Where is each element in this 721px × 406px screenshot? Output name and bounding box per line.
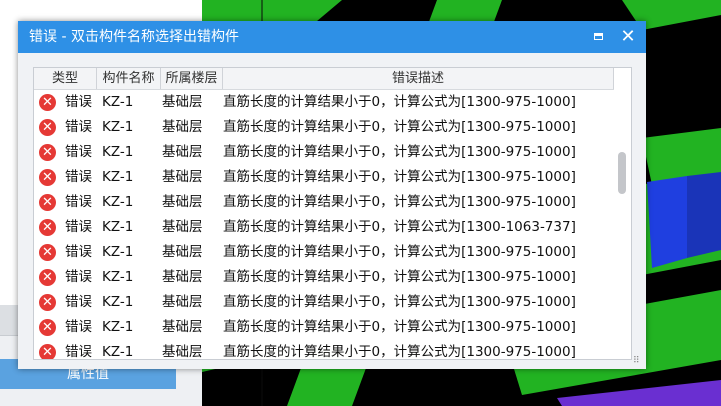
close-icon: ✕ [620, 26, 636, 47]
error-icon: ✕ [39, 269, 56, 286]
row-type: 错误 [65, 244, 92, 260]
row-component-name[interactable]: KZ-1 [102, 240, 133, 265]
row-floor: 基础层 [162, 344, 203, 360]
row-component-name[interactable]: KZ-1 [102, 140, 133, 165]
row-description: 直筋长度的计算结果小于0，计算公式为[1300-1063-737] [223, 219, 576, 235]
list-item[interactable]: ✕ 错误 KZ-1 基础层 直筋长度的计算结果小于0，计算公式为[1300-97… [34, 115, 614, 140]
column-header-name[interactable]: 构件名称 [97, 68, 161, 89]
blue-column [647, 176, 687, 268]
error-icon: ✕ [39, 344, 56, 359]
row-type: 错误 [65, 144, 92, 160]
error-icon: ✕ [39, 219, 56, 236]
error-icon: ✕ [39, 119, 56, 136]
row-type: 错误 [65, 294, 92, 310]
list-header: 类型 构件名称 所属楼层 错误描述 [34, 68, 614, 90]
error-icon: ✕ [39, 294, 56, 311]
row-component-name[interactable]: KZ-1 [102, 165, 133, 190]
row-floor: 基础层 [162, 194, 203, 210]
blue-column [687, 172, 721, 258]
vertical-scrollbar[interactable] [614, 68, 631, 359]
error-icon: ✕ [39, 244, 56, 261]
dialog-titlebar[interactable]: 错误 - 双击构件名称选择出错构件 ✕ [18, 21, 646, 53]
list-item[interactable]: ✕ 错误 KZ-1 基础层 直筋长度的计算结果小于0，计算公式为[1300-97… [34, 90, 614, 115]
error-icon: ✕ [39, 319, 56, 336]
row-description: 直筋长度的计算结果小于0，计算公式为[1300-975-1000] [223, 294, 576, 310]
row-floor: 基础层 [162, 269, 203, 285]
row-description: 直筋长度的计算结果小于0，计算公式为[1300-975-1000] [223, 169, 576, 185]
scrollbar-thumb[interactable] [618, 152, 626, 194]
row-type: 错误 [65, 169, 92, 185]
row-floor: 基础层 [162, 144, 203, 160]
close-button[interactable]: ✕ [614, 21, 642, 53]
row-component-name[interactable]: KZ-1 [102, 90, 133, 115]
row-component-name[interactable]: KZ-1 [102, 265, 133, 290]
list-item[interactable]: ✕ 错误 KZ-1 基础层 直筋长度的计算结果小于0，计算公式为[1300-97… [34, 140, 614, 165]
list-item[interactable]: ✕ 错误 KZ-1 基础层 直筋长度的计算结果小于0，计算公式为[1300-97… [34, 290, 614, 315]
row-description: 直筋长度的计算结果小于0，计算公式为[1300-975-1000] [223, 269, 576, 285]
row-floor: 基础层 [162, 294, 203, 310]
error-rows: ✕ 错误 KZ-1 基础层 直筋长度的计算结果小于0，计算公式为[1300-97… [34, 90, 614, 360]
error-dialog: 错误 - 双击构件名称选择出错构件 ✕ 类型 构件名称 所属楼层 错误描述 ✕ … [18, 21, 646, 369]
row-component-name[interactable]: KZ-1 [102, 215, 133, 240]
list-item[interactable]: ✕ 错误 KZ-1 基础层 直筋长度的计算结果小于0，计算公式为[1300-97… [34, 340, 614, 360]
row-description: 直筋长度的计算结果小于0，计算公式为[1300-975-1000] [223, 194, 576, 210]
error-list[interactable]: 类型 构件名称 所属楼层 错误描述 ✕ 错误 KZ-1 基础层 直筋长度的计算结… [33, 67, 632, 360]
column-header-description[interactable]: 错误描述 [223, 68, 614, 89]
row-type: 错误 [65, 344, 92, 360]
list-item[interactable]: ✕ 错误 KZ-1 基础层 直筋长度的计算结果小于0，计算公式为[1300-97… [34, 315, 614, 340]
list-item[interactable]: ✕ 错误 KZ-1 基础层 直筋长度的计算结果小于0，计算公式为[1300-97… [34, 265, 614, 290]
row-description: 直筋长度的计算结果小于0，计算公式为[1300-975-1000] [223, 94, 576, 110]
resize-grip-icon[interactable]: ⠿ [633, 356, 643, 366]
row-description: 直筋长度的计算结果小于0，计算公式为[1300-975-1000] [223, 144, 576, 160]
row-floor: 基础层 [162, 94, 203, 110]
list-item[interactable]: ✕ 错误 KZ-1 基础层 直筋长度的计算结果小于0，计算公式为[1300-97… [34, 240, 614, 265]
maximize-icon [593, 32, 603, 40]
row-floor: 基础层 [162, 319, 203, 335]
dialog-title: 错误 - 双击构件名称选择出错构件 [29, 29, 239, 45]
error-icon: ✕ [39, 144, 56, 161]
row-type: 错误 [65, 119, 92, 135]
error-icon: ✕ [39, 94, 56, 111]
error-icon: ✕ [39, 169, 56, 186]
row-description: 直筋长度的计算结果小于0，计算公式为[1300-975-1000] [223, 319, 576, 335]
column-header-floor[interactable]: 所属楼层 [161, 68, 223, 89]
row-type: 错误 [65, 319, 92, 335]
row-floor: 基础层 [162, 244, 203, 260]
row-component-name[interactable]: KZ-1 [102, 315, 133, 340]
row-component-name[interactable]: KZ-1 [102, 115, 133, 140]
row-component-name[interactable]: KZ-1 [102, 290, 133, 315]
row-description: 直筋长度的计算结果小于0，计算公式为[1300-975-1000] [223, 344, 576, 360]
row-floor: 基础层 [162, 119, 203, 135]
list-item[interactable]: ✕ 错误 KZ-1 基础层 直筋长度的计算结果小于0，计算公式为[1300-97… [34, 190, 614, 215]
row-component-name[interactable]: KZ-1 [102, 340, 133, 359]
row-type: 错误 [65, 219, 92, 235]
row-description: 直筋长度的计算结果小于0，计算公式为[1300-975-1000] [223, 119, 576, 135]
row-floor: 基础层 [162, 219, 203, 235]
error-icon: ✕ [39, 194, 56, 211]
row-type: 错误 [65, 194, 92, 210]
column-header-type[interactable]: 类型 [34, 68, 97, 89]
row-floor: 基础层 [162, 169, 203, 185]
maximize-button[interactable] [584, 21, 612, 53]
list-item[interactable]: ✕ 错误 KZ-1 基础层 直筋长度的计算结果小于0，计算公式为[1300-97… [34, 165, 614, 190]
row-type: 错误 [65, 94, 92, 110]
list-item[interactable]: ✕ 错误 KZ-1 基础层 直筋长度的计算结果小于0，计算公式为[1300-10… [34, 215, 614, 240]
row-description: 直筋长度的计算结果小于0，计算公式为[1300-975-1000] [223, 244, 576, 260]
row-type: 错误 [65, 269, 92, 285]
row-component-name[interactable]: KZ-1 [102, 190, 133, 215]
